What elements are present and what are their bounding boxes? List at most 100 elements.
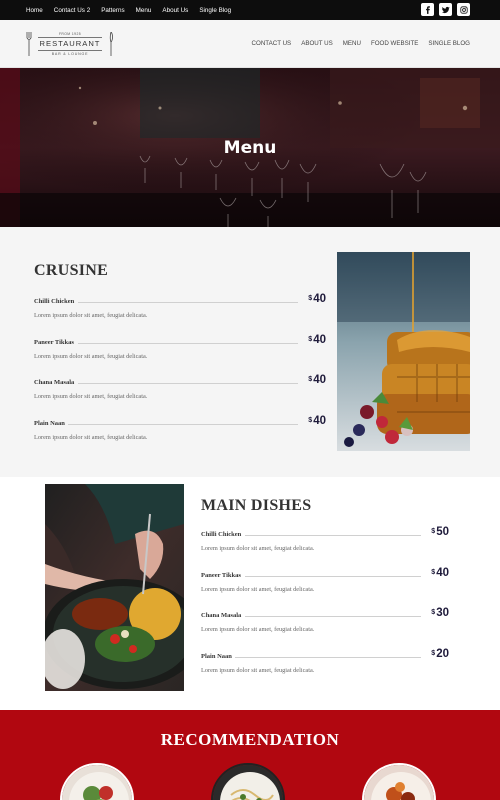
price-currency: $ xyxy=(431,609,436,616)
menu-item: Chilli Chicken $50 Lorem ipsum dolor sit… xyxy=(201,526,449,560)
menu-item: Chana Masala $40 Lorem ipsum dolor sit a… xyxy=(34,374,326,408)
menu-item-name: Chilli Chicken xyxy=(201,531,242,538)
menu-item-name: Paneer Tikkas xyxy=(201,572,241,579)
leader-line xyxy=(68,424,298,425)
menu-item-price: $40 xyxy=(308,373,326,387)
curry-image xyxy=(364,765,434,800)
section-title: CRUSINE xyxy=(34,262,109,279)
price-value: 20 xyxy=(436,648,449,660)
menu-item-price: $50 xyxy=(431,525,449,539)
menu-item-description: Lorem ipsum dolor sit amet, feugiat deli… xyxy=(34,434,148,441)
menu-item-name: Plain Naan xyxy=(34,420,65,427)
nav-about-us[interactable]: ABOUT US xyxy=(301,40,333,47)
dinner-image xyxy=(45,484,184,691)
price-value: 40 xyxy=(313,415,326,427)
price-value: 40 xyxy=(313,334,326,346)
leader-line xyxy=(245,576,421,577)
price-currency: $ xyxy=(431,569,436,576)
price-currency: $ xyxy=(308,376,313,383)
menu-item-price: $40 xyxy=(431,566,449,580)
price-currency: $ xyxy=(308,417,313,424)
top-nav-menu[interactable]: Menu xyxy=(136,7,152,14)
price-currency: $ xyxy=(308,336,313,343)
menu-item: Plain Naan $20 Lorem ipsum dolor sit ame… xyxy=(201,648,449,682)
logo-since: FROM 1925 xyxy=(58,32,82,36)
instagram-icon xyxy=(459,5,468,14)
price-currency: $ xyxy=(308,295,313,302)
hero-banner: Menu xyxy=(0,68,500,227)
social-links xyxy=(421,3,470,16)
menu-item-price: $40 xyxy=(308,333,326,347)
price-value: 40 xyxy=(313,293,326,305)
logo-divider xyxy=(38,50,102,51)
section-title: RECOMMENDATION xyxy=(160,730,340,749)
main-dishes-section: MAIN DISHES Chilli Chicken $50 Lorem ips… xyxy=(0,477,500,710)
menu-item-name: Paneer Tikkas xyxy=(34,339,74,346)
leader-line xyxy=(78,343,298,344)
menu-item-price: $40 xyxy=(308,292,326,306)
logo-tagline: BAR & LOUNGE xyxy=(51,52,89,56)
page-title: Menu xyxy=(223,138,277,158)
menu-item-description: Lorem ipsum dolor sit amet, feugiat deli… xyxy=(201,626,315,633)
price-currency: $ xyxy=(431,528,436,535)
leader-line xyxy=(235,657,421,658)
knife-icon xyxy=(109,32,113,56)
menu-item-description: Lorem ipsum dolor sit amet, feugiat deli… xyxy=(201,545,315,552)
pasta-image xyxy=(213,765,283,800)
waffles-image xyxy=(337,252,470,451)
leader-line xyxy=(245,535,421,536)
nav-single-blog[interactable]: SINGLE BLOG xyxy=(428,40,470,47)
facebook-link[interactable] xyxy=(421,3,434,16)
menu-item: Plain Naan $40 Lorem ipsum dolor sit ame… xyxy=(34,415,326,449)
menu-item-description: Lorem ipsum dolor sit amet, feugiat deli… xyxy=(34,393,148,400)
recommended-dish-image[interactable] xyxy=(211,763,285,800)
menu-item-name: Plain Naan xyxy=(201,653,232,660)
menu-item-description: Lorem ipsum dolor sit amet, feugiat deli… xyxy=(34,353,148,360)
menu-item: Paneer Tikkas $40 Lorem ipsum dolor sit … xyxy=(201,567,449,601)
menu-item-name: Chana Masala xyxy=(201,612,242,619)
twitter-icon xyxy=(441,6,450,13)
top-nav-home[interactable]: Home xyxy=(26,7,43,14)
menu-item: Chilli Chicken $40 Lorem ipsum dolor sit… xyxy=(34,293,326,327)
nav-food-website[interactable]: FOOD WEBSITE xyxy=(371,40,418,47)
salad-image xyxy=(62,765,132,800)
menu-item-description: Lorem ipsum dolor sit amet, feugiat deli… xyxy=(201,586,315,593)
top-nav-patterns[interactable]: Patterns xyxy=(101,7,124,14)
menu-item: Paneer Tikkas $40 Lorem ipsum dolor sit … xyxy=(34,334,326,368)
instagram-link[interactable] xyxy=(457,3,470,16)
main-nav: CONTACT US ABOUT US MENU FOOD WEBSITE SI… xyxy=(252,40,470,47)
site-header: FROM 1925 RESTAURANT BAR & LOUNGE CONTAC… xyxy=(0,20,500,68)
top-nav-about-us[interactable]: About Us xyxy=(162,7,188,14)
recommendation-section: RECOMMENDATION xyxy=(0,710,500,800)
price-currency: $ xyxy=(431,650,436,657)
dinner-photo xyxy=(45,484,184,691)
menu-item: Chana Masala $30 Lorem ipsum dolor sit a… xyxy=(201,607,449,641)
site-logo[interactable]: FROM 1925 RESTAURANT BAR & LOUNGE xyxy=(26,32,114,58)
menu-item-description: Lorem ipsum dolor sit amet, feugiat deli… xyxy=(34,312,148,319)
top-bar: Home Contact Us 2 Patterns Menu About Us… xyxy=(0,0,500,20)
recommended-dish-image[interactable] xyxy=(60,763,134,800)
price-value: 50 xyxy=(436,526,449,538)
logo-divider xyxy=(38,37,102,38)
facebook-icon xyxy=(425,5,430,14)
leader-line xyxy=(78,383,298,384)
logo-name: RESTAURANT xyxy=(39,39,101,48)
nav-menu[interactable]: MENU xyxy=(343,40,361,47)
crusine-section: CRUSINE Chilli Chicken $40 Lorem ipsum d… xyxy=(0,227,500,477)
twitter-link[interactable] xyxy=(439,3,452,16)
menu-item-price: $30 xyxy=(431,606,449,620)
menu-item-name: Chilli Chicken xyxy=(34,298,75,305)
price-value: 40 xyxy=(436,567,449,579)
top-nav-contact-us-2[interactable]: Contact Us 2 xyxy=(54,7,90,14)
leader-line xyxy=(245,616,421,617)
menu-item-price: $40 xyxy=(308,414,326,428)
top-nav-single-blog[interactable]: Single Blog xyxy=(199,7,231,14)
leader-line xyxy=(78,302,298,303)
top-nav: Home Contact Us 2 Patterns Menu About Us… xyxy=(26,0,231,20)
nav-contact-us[interactable]: CONTACT US xyxy=(252,40,292,47)
recommended-dish-image[interactable] xyxy=(362,763,436,800)
menu-item-description: Lorem ipsum dolor sit amet, feugiat deli… xyxy=(201,667,315,674)
menu-item-name: Chana Masala xyxy=(34,379,75,386)
menu-item-price: $20 xyxy=(431,647,449,661)
waffles-photo xyxy=(337,252,470,451)
